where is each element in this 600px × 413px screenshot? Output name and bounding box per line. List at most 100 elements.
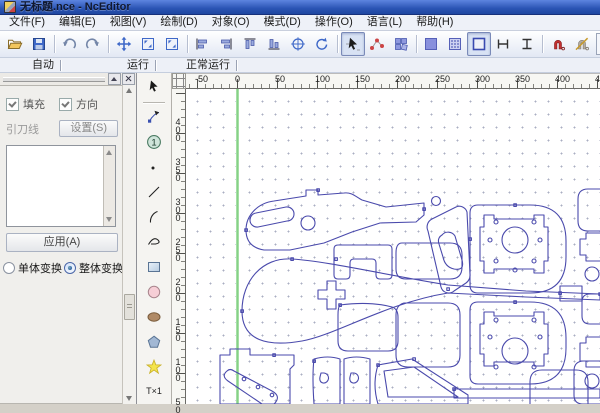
polygon-tool[interactable] <box>140 329 168 354</box>
lead-line-label: 引刀线 <box>6 121 39 137</box>
align-bottom-button[interactable] <box>262 32 286 56</box>
magnet-off-icon <box>574 36 590 52</box>
direction-checkbox[interactable]: 方向 <box>59 96 98 112</box>
align-left-button[interactable] <box>190 32 214 56</box>
toolbar-clipped-button[interactable] <box>596 33 600 55</box>
vruler-label: 400 <box>173 117 182 141</box>
circle-icon <box>146 284 162 300</box>
star-tool[interactable] <box>140 354 168 379</box>
nest-parts-button[interactable] <box>389 32 413 56</box>
ellipse-tool[interactable] <box>140 304 168 329</box>
rectangle-icon <box>146 259 162 275</box>
redo-icon <box>85 36 101 52</box>
pick-tool-button[interactable] <box>341 32 365 56</box>
rectangle-tool[interactable] <box>140 254 168 279</box>
undo-button[interactable] <box>57 32 81 56</box>
rotate-icon <box>314 36 330 52</box>
scroll-up-icon <box>106 150 112 155</box>
mode-separator <box>236 60 237 71</box>
dimension-vertical-button[interactable] <box>515 32 539 56</box>
panel-close-button[interactable] <box>122 73 135 85</box>
fill-solid-button[interactable] <box>419 32 443 56</box>
fill-checkbox-label: 填充 <box>23 96 45 112</box>
lead-line-listbox[interactable] <box>6 145 116 227</box>
fill-none-button[interactable] <box>467 32 491 56</box>
lead-line-settings-button[interactable]: 设置(S) <box>59 120 118 137</box>
menu-item-0[interactable]: 文件(F) <box>2 15 52 30</box>
dimension-horizontal-button[interactable] <box>491 32 515 56</box>
align-right-icon <box>218 36 234 52</box>
text-tool[interactable]: T×1 <box>140 379 168 404</box>
title-bar: 无标题.nce - NcEditor <box>0 0 600 15</box>
fill-hatch-button[interactable] <box>443 32 467 56</box>
polyline-tool[interactable] <box>140 229 168 254</box>
panel-scrollbar[interactable] <box>122 85 136 404</box>
fill-none-icon <box>471 36 487 52</box>
line-tool[interactable] <box>140 180 168 205</box>
zoom-fit-button[interactable] <box>136 32 160 56</box>
panel-grip[interactable] <box>3 77 105 82</box>
node-edit-tool[interactable] <box>140 105 168 130</box>
single-transform-radio[interactable]: 单体变换 <box>3 260 62 276</box>
menu-item-7[interactable]: 语言(L) <box>360 15 409 30</box>
menu-item-5[interactable]: 模式(D) <box>257 15 308 30</box>
point-tool[interactable] <box>140 155 168 180</box>
center-view-button[interactable] <box>286 32 310 56</box>
select-tool[interactable] <box>140 75 168 100</box>
hruler-label: 350 <box>515 74 530 84</box>
start-point-tool[interactable]: 1 <box>140 130 168 155</box>
circle-tool[interactable] <box>140 279 168 304</box>
mode-item-0[interactable]: 自动 <box>30 59 60 72</box>
floppy-icon <box>31 36 47 52</box>
mode-separator <box>60 60 61 71</box>
menu-item-6[interactable]: 操作(O) <box>308 15 360 30</box>
mode-item-2[interactable]: 正常运行 <box>184 59 236 72</box>
mode-item-1[interactable]: 运行 <box>125 59 155 72</box>
ellipse-icon <box>146 309 162 325</box>
hruler-label: 100 <box>315 74 330 84</box>
vruler-label: 150 <box>173 317 182 341</box>
work-area: -50050100150200250300350400450 400350300… <box>172 73 600 404</box>
zoom-extents-button[interactable] <box>160 32 184 56</box>
align-left-icon <box>194 36 210 52</box>
pan-view-button[interactable] <box>112 32 136 56</box>
align-bottom-icon <box>266 36 282 52</box>
redo-button[interactable] <box>81 32 105 56</box>
open-file-button[interactable] <box>3 32 27 56</box>
drawing-canvas[interactable] <box>186 89 600 404</box>
menu-item-3[interactable]: 绘制(D) <box>153 15 204 30</box>
menu-item-8[interactable]: 帮助(H) <box>409 15 460 30</box>
apply-button[interactable]: 应用(A) <box>6 233 118 252</box>
align-right-button[interactable] <box>214 32 238 56</box>
vruler-label: 100 <box>173 357 182 381</box>
arc-tool[interactable] <box>140 205 168 230</box>
checkbox-icon <box>6 98 19 111</box>
polyline-icon <box>146 234 162 250</box>
hruler-label: 400 <box>555 74 570 84</box>
whole-transform-radio[interactable]: 整体变换 <box>64 260 123 276</box>
horizontal-ruler: -50050100150200250300350400450 <box>186 73 600 89</box>
star-icon <box>146 359 162 375</box>
node-edit-icon <box>146 109 162 125</box>
fill-checkbox[interactable]: 填充 <box>6 96 45 112</box>
menu-item-4[interactable]: 对象(O) <box>205 15 257 30</box>
save-button[interactable] <box>27 32 51 56</box>
scroll-down-icon <box>106 217 112 222</box>
zoom-extents-icon <box>164 36 180 52</box>
scrollbar-thumb[interactable] <box>124 294 135 320</box>
rotate-view-button[interactable] <box>310 32 334 56</box>
main-toolbar <box>0 31 600 58</box>
collapse-icon <box>111 77 117 81</box>
vruler-label: 250 <box>173 237 182 261</box>
hruler-label: 0 <box>235 74 240 84</box>
pick-order-button[interactable] <box>365 32 389 56</box>
menu-bar: 文件(F)编辑(E)视图(V)绘制(D)对象(O)模式(D)操作(O)语言(L)… <box>0 15 600 31</box>
menu-item-1[interactable]: 编辑(E) <box>52 15 103 30</box>
menu-item-2[interactable]: 视图(V) <box>103 15 154 30</box>
vruler-label: 350 <box>173 157 182 181</box>
snap-off-button[interactable] <box>570 32 594 56</box>
listbox-scrollbar[interactable] <box>103 146 115 226</box>
panel-collapse-button[interactable] <box>108 73 121 85</box>
align-top-button[interactable] <box>238 32 262 56</box>
snap-on-button[interactable] <box>546 32 570 56</box>
